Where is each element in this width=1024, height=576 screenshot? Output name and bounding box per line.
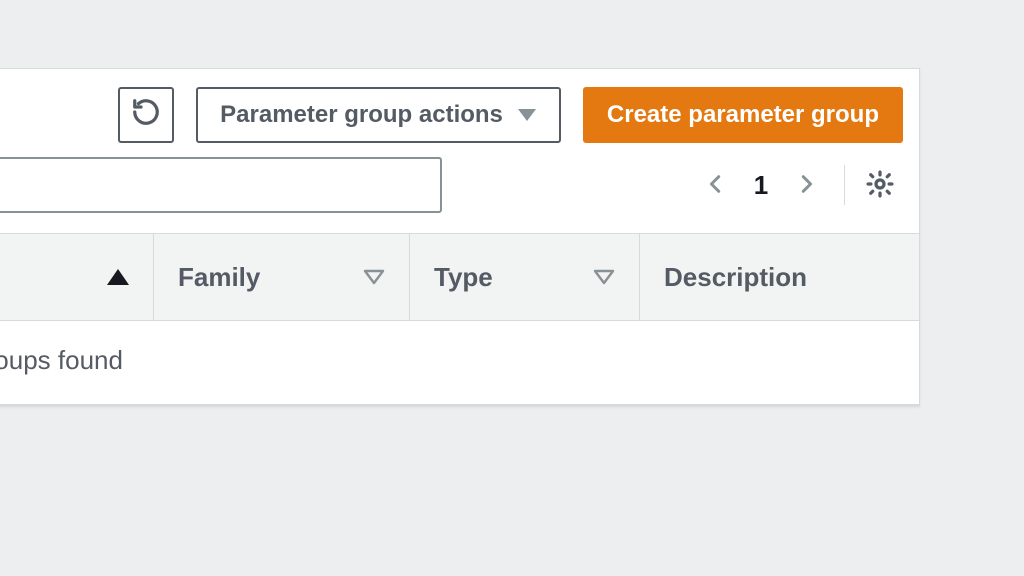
pagination-next-button[interactable] bbox=[782, 161, 830, 209]
panel-actions-row: Parameter group actions Create parameter… bbox=[0, 69, 919, 157]
create-parameter-group-label: Create parameter group bbox=[607, 101, 879, 129]
divider bbox=[844, 165, 845, 205]
sort-asc-icon bbox=[107, 269, 129, 285]
create-parameter-group-button[interactable]: Create parameter group bbox=[583, 87, 903, 143]
pagination-prev-button[interactable] bbox=[692, 161, 740, 209]
column-header-family-label: Family bbox=[178, 262, 260, 293]
parameter-group-actions-button[interactable]: Parameter group actions bbox=[196, 87, 561, 143]
parameter-group-actions-label: Parameter group actions bbox=[220, 101, 503, 129]
column-header-type[interactable]: Type bbox=[410, 234, 640, 320]
column-header-description[interactable]: Description bbox=[640, 234, 919, 320]
pagination-current-page: 1 bbox=[744, 170, 778, 201]
table-header: Name Family Type Description bbox=[0, 233, 919, 321]
column-header-type-label: Type bbox=[434, 262, 493, 293]
table-preferences-button[interactable] bbox=[857, 162, 903, 208]
refresh-icon bbox=[131, 97, 161, 134]
table-empty-message: No parameter groups found bbox=[0, 345, 123, 375]
chevron-right-icon bbox=[795, 169, 817, 202]
column-header-description-label: Description bbox=[664, 262, 807, 293]
pagination: 1 bbox=[692, 161, 903, 209]
table-empty-state: No parameter groups found bbox=[0, 321, 919, 405]
panel-filter-row: 1 bbox=[0, 157, 919, 233]
caret-down-icon bbox=[517, 101, 537, 129]
sort-none-icon bbox=[593, 269, 615, 285]
gear-icon bbox=[865, 169, 895, 202]
column-header-family[interactable]: Family bbox=[154, 234, 410, 320]
sort-none-icon bbox=[363, 269, 385, 285]
parameter-groups-panel: Parameter group actions Create parameter… bbox=[0, 68, 920, 406]
chevron-left-icon bbox=[705, 169, 727, 202]
search-input[interactable] bbox=[0, 157, 442, 213]
column-header-name[interactable]: Name bbox=[0, 234, 154, 320]
refresh-button[interactable] bbox=[118, 87, 174, 143]
